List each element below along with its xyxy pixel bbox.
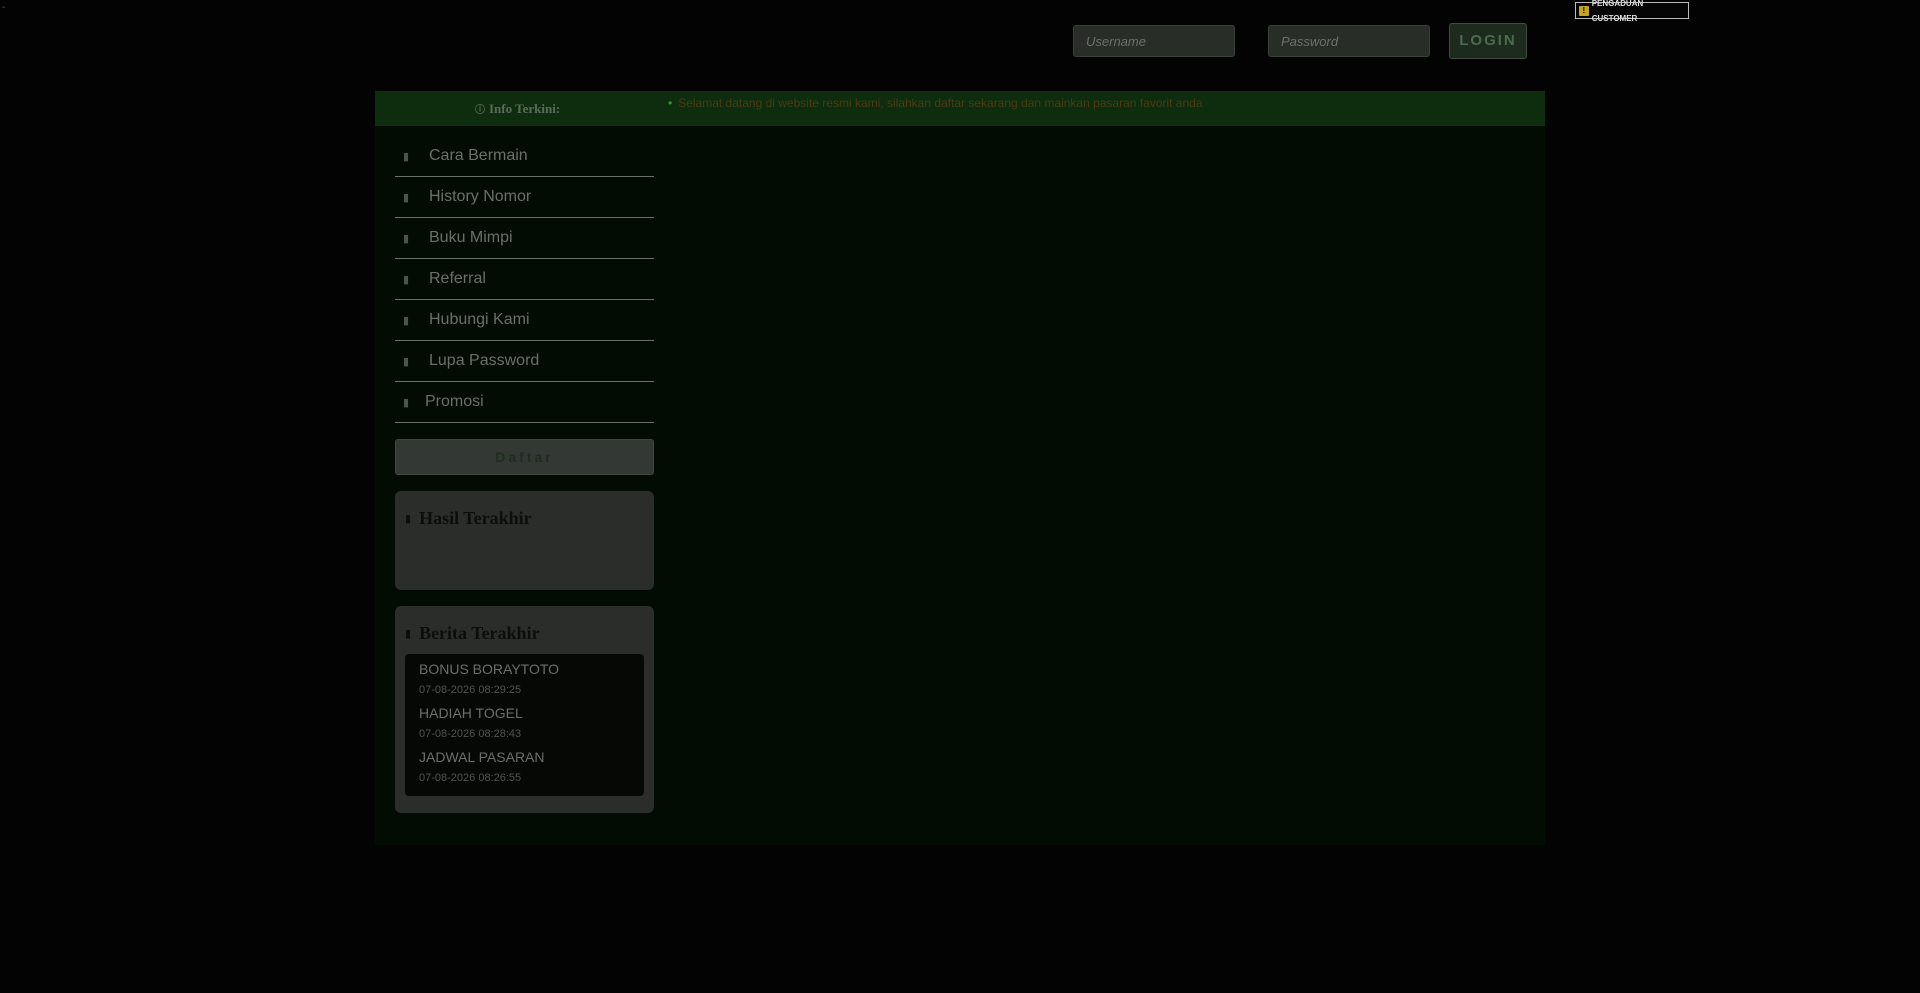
moon-icon: ▮ [403,231,410,245]
list-item[interactable]: JADWAL PASARAN 07-08-2026 08:26:55 [419,748,630,786]
customer-complaint-button[interactable]: ! PENGADUAN CUSTOMER [1575,0,1689,23]
news-date: 07-08-2026 08:26:55 [419,772,522,784]
complaint-label: PENGADUAN CUSTOMER [1591,0,1644,23]
sidebar-item-label: Lupa Password [429,352,540,369]
sidebar-item-referral[interactable]: ▮ Referral [395,259,654,300]
sidebar-item-cara-bermain[interactable]: ▮ Cara Bermain [395,136,654,177]
sidebar-item-label: Referral [429,270,486,287]
register-button[interactable]: Daftar [395,439,654,475]
sidebar-item-hubungi-kami[interactable]: ▮ Hubungi Kami [395,300,654,341]
latest-results-panel: ▮ Hasil Terakhir [395,491,654,590]
list-item[interactable]: BONUS BORAYTOTO 07-08-2026 08:29:25 [419,660,630,698]
password-input[interactable] [1268,25,1430,57]
gift-icon: ▮ [403,395,410,409]
sidebar-item-label: History Nomor [429,188,532,205]
newspaper-icon: ▮ [405,626,412,640]
news-title[interactable]: JADWAL PASARAN [419,748,630,766]
info-label: ⓘ Info Terkini: [475,101,560,117]
latest-news-panel: ▮ Berita Terakhir BONUS BORAYTOTO 07-08-… [395,606,654,813]
sidebar-item-lupa-password[interactable]: ▮ Lupa Password [395,341,654,382]
book-icon: ▮ [403,149,410,163]
sidebar-item-label: Cara Bermain [429,147,528,164]
info-icon: ⓘ [475,105,485,116]
sidebar-item-label: Buku Mimpi [429,229,513,246]
news-ticker: • Selamat datang di website resmi kami, s… [668,96,1203,110]
sidebar-item-history-nomor[interactable]: ▮ History Nomor [395,177,654,218]
page: - LOGIN ! PENGADUAN CUSTOMER ⓘ Info Terki… [0,0,1920,993]
sidebar-item-label: Hubungi Kami [429,311,530,328]
latest-results-title-text: Hasil Terakhir [419,507,532,528]
sidebar-item-buku-mimpi[interactable]: ▮ Buku Mimpi [395,218,654,259]
sidebar-item-label: Promosi [425,393,484,410]
login-button[interactable]: LOGIN [1449,23,1527,59]
latest-results-title: ▮ Hasil Terakhir [405,501,644,535]
news-list: BONUS BORAYTOTO 07-08-2026 08:29:25 HADI… [405,654,644,796]
corner-dash: - [2,2,6,13]
warning-icon: ! [1579,5,1589,16]
username-input[interactable] [1073,25,1235,57]
history-icon: ▮ [403,190,410,204]
news-title[interactable]: BONUS BORAYTOTO [419,660,630,678]
sidebar-item-promosi[interactable]: ▮ Promosi [395,382,654,423]
latest-news-title-text: Berita Terakhir [419,622,540,643]
phone-icon: ▮ [403,313,410,327]
news-date: 07-08-2026 08:28:43 [419,728,522,740]
sidebar: ▮ Cara Bermain ▮ History Nomor ▮ Buku Mi… [395,136,654,813]
info-label-text: Info Terkini: [489,101,561,116]
info-bar: ⓘ Info Terkini: • Selamat datang di websit… [375,91,1545,126]
news-date: 07-08-2026 08:29:25 [419,684,522,696]
users-icon: ▮ [403,272,410,286]
trophy-icon: ▮ [405,511,412,525]
ticker-bullet: • [668,96,673,110]
ticker-text: Selamat datang di website resmi kami, si… [678,96,1203,110]
main-container: ⓘ Info Terkini: • Selamat datang di websit… [375,91,1545,845]
news-title[interactable]: HADIAH TOGEL [419,704,630,722]
list-item[interactable]: HADIAH TOGEL 07-08-2026 08:28:43 [419,704,630,742]
key-icon: ▮ [403,354,410,368]
latest-news-title: ▮ Berita Terakhir [405,616,644,650]
